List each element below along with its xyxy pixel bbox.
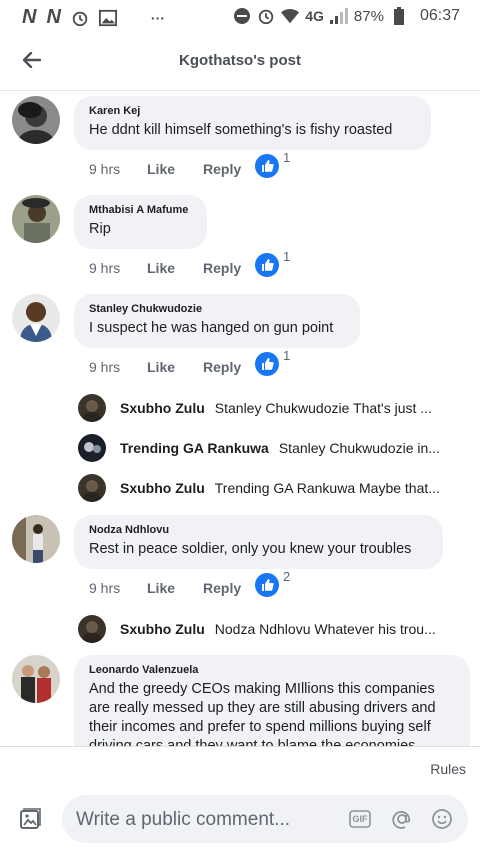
avatar[interactable] <box>12 96 60 144</box>
reply-text: Stanley Chukwudozie That's just ... <box>214 400 432 416</box>
reply-button[interactable]: Reply <box>203 260 257 276</box>
smiley-icon <box>432 809 452 829</box>
comment-bubble: Karen Kej He ddnt kill himself something… <box>74 96 431 150</box>
reaction-count: 1 <box>283 249 291 264</box>
rules-link[interactable]: Rules <box>430 761 466 777</box>
comment-time[interactable]: 9 hrs <box>89 580 147 596</box>
gallery-icon <box>98 9 117 27</box>
avatar[interactable] <box>78 474 106 502</box>
reply-author[interactable]: Sxubho Zulu <box>120 400 205 416</box>
avatar[interactable] <box>12 294 60 342</box>
comment-text: And the greedy CEOs making MIllions this… <box>89 681 436 746</box>
like-button[interactable]: Like <box>147 161 203 177</box>
comment-author[interactable]: Stanley Chukwudozie <box>89 303 346 315</box>
like-reaction-icon <box>255 154 279 178</box>
reply-text: Nodza Ndhlovu Whatever his trou... <box>214 621 436 637</box>
wifi-icon <box>281 7 300 25</box>
comment-text: I suspect he was hanged on gun point <box>89 320 334 336</box>
reaction-summary[interactable]: 1 <box>255 249 290 277</box>
comment-bubble: Nodza Ndhlovu Rest in peace soldier, onl… <box>74 515 443 569</box>
avatar[interactable] <box>78 434 106 462</box>
comment-author[interactable]: Leonardo Valenzuela <box>89 664 456 676</box>
reply-text: Trending GA Rankuwa Maybe that... <box>214 480 440 496</box>
avatar[interactable] <box>12 515 60 563</box>
gif-button[interactable]: GIF <box>348 807 372 831</box>
reaction-summary[interactable]: 2 <box>255 569 290 597</box>
comment-author[interactable]: Nodza Ndhlovu <box>89 524 429 536</box>
avatar[interactable] <box>78 615 106 643</box>
dnd-icon <box>233 7 251 25</box>
status-bar: N N ··· 4G 87% 06:37 <box>0 0 480 34</box>
reply-preview[interactable]: Sxubho Zulu Trending GA Rankuwa Maybe th… <box>78 472 478 504</box>
comment-time[interactable]: 9 hrs <box>89 161 147 177</box>
comment-author[interactable]: Mthabisi A Mafume <box>89 204 193 216</box>
comment-actions: 9 hrs Like Reply <box>89 260 257 276</box>
reply-preview[interactable]: Sxubho Zulu Nodza Ndhlovu Whatever his t… <box>78 613 478 645</box>
comment-composer: Rules GIF <box>0 746 480 855</box>
like-button[interactable]: Like <box>147 260 203 276</box>
alarm-icon <box>71 9 89 27</box>
more-notifications: ··· <box>150 9 165 26</box>
n-icon: N <box>46 6 61 28</box>
like-reaction-icon <box>255 253 279 277</box>
avatar[interactable] <box>78 394 106 422</box>
like-button[interactable]: Like <box>147 580 203 596</box>
battery-icon <box>390 7 408 25</box>
reply-preview[interactable]: Sxubho Zulu Stanley Chukwudozie That's j… <box>78 392 478 424</box>
mention-button[interactable] <box>390 807 414 831</box>
at-sign-icon <box>392 811 411 829</box>
like-reaction-icon <box>255 573 279 597</box>
status-left-icons: N N ··· <box>22 6 165 29</box>
page-title: Kgothatso's post <box>179 52 301 69</box>
reply-button[interactable]: Reply <box>203 580 257 596</box>
comment-actions: 9 hrs Like Reply <box>89 580 257 596</box>
like-button[interactable]: Like <box>147 359 203 375</box>
post-header: Kgothatso's post <box>0 34 480 91</box>
reply-button[interactable]: Reply <box>203 359 257 375</box>
reaction-count: 1 <box>283 348 291 363</box>
add-photo-button[interactable] <box>18 807 42 831</box>
battery-percent: 87% <box>353 7 384 25</box>
reply-author[interactable]: Trending GA Rankuwa <box>120 440 269 456</box>
comment-actions: 9 hrs Like Reply <box>89 161 257 177</box>
comment-bubble: Stanley Chukwudozie I suspect he was han… <box>74 294 360 348</box>
comment-bubble: Mthabisi A Mafume Rip <box>74 195 207 249</box>
status-right-icons: 4G 87% 06:37 <box>233 7 460 25</box>
comment-input-box: GIF <box>62 795 468 843</box>
reply-author[interactable]: Sxubho Zulu <box>120 480 205 496</box>
comment-time[interactable]: 9 hrs <box>89 359 147 375</box>
comment-time[interactable]: 9 hrs <box>89 260 147 276</box>
network-type: 4G <box>305 8 324 24</box>
comment-author[interactable]: Karen Kej <box>89 105 417 117</box>
comment-actions: 9 hrs Like Reply <box>89 359 257 375</box>
comments-list[interactable]: Karen Kej He ddnt kill himself something… <box>0 90 480 746</box>
avatar[interactable] <box>12 195 60 243</box>
like-reaction-icon <box>255 352 279 376</box>
reaction-summary[interactable]: 1 <box>255 348 290 376</box>
comment-bubble: Leonardo Valenzuela And the greedy CEOs … <box>74 655 470 746</box>
comment-text: Rip <box>89 221 111 237</box>
comment-input[interactable] <box>74 805 338 835</box>
alarm-icon <box>257 7 275 25</box>
reaction-summary[interactable]: 1 <box>255 150 290 178</box>
reply-author[interactable]: Sxubho Zulu <box>120 621 205 637</box>
clock: 06:37 <box>419 7 460 24</box>
reply-preview[interactable]: Trending GA Rankuwa Stanley Chukwudozie … <box>78 432 478 464</box>
signal-icon <box>329 7 348 25</box>
avatar[interactable] <box>12 655 60 703</box>
reaction-count: 2 <box>283 569 291 584</box>
gif-label: GIF <box>352 814 368 824</box>
reaction-count: 1 <box>283 150 291 165</box>
n-icon: N <box>22 6 37 28</box>
emoji-button[interactable] <box>430 807 454 831</box>
reply-text: Stanley Chukwudozie in... <box>278 440 440 456</box>
comment-text: He ddnt kill himself something's is fish… <box>89 122 393 138</box>
photo-icon <box>20 808 41 829</box>
reply-button[interactable]: Reply <box>203 161 257 177</box>
comment-text: Rest in peace soldier, only you knew you… <box>89 541 412 557</box>
